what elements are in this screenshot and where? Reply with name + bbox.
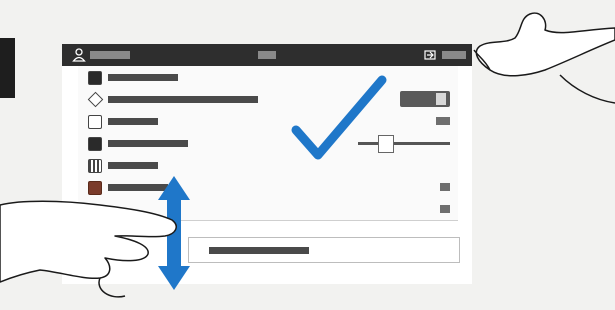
gesture-overlay [0,12,615,298]
cuff-line [559,74,615,104]
hand-icon [473,12,615,77]
check-mark-icon [291,75,387,160]
hand-icon [0,200,177,298]
